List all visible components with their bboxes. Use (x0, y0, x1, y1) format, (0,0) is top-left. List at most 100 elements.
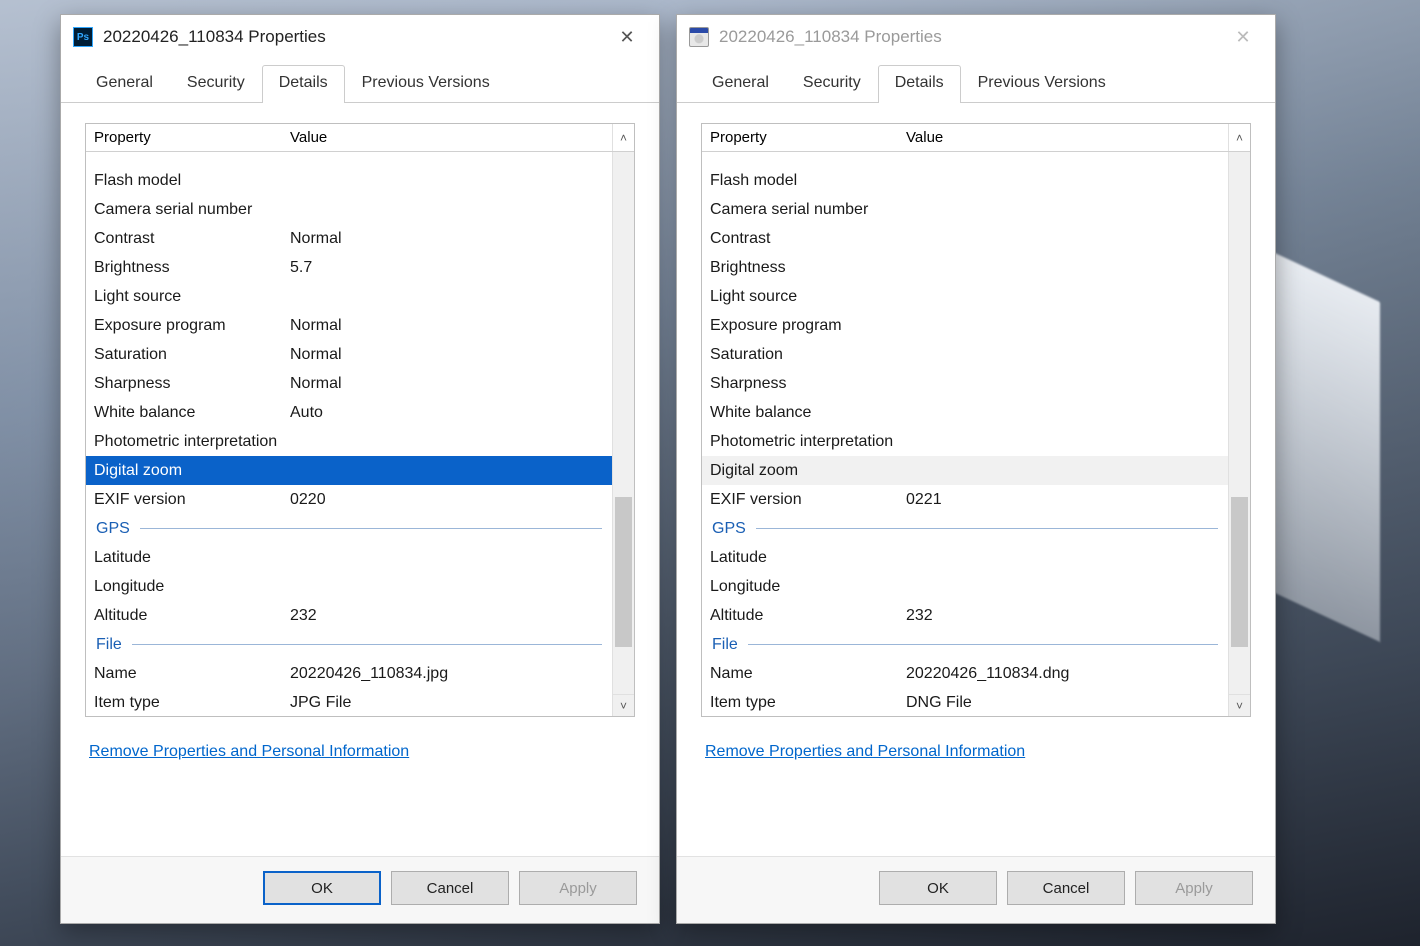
property-value: Normal (286, 230, 612, 248)
property-row[interactable]: Longitude (702, 572, 1228, 601)
property-value: Auto (286, 404, 612, 422)
property-name: Longitude (86, 578, 286, 596)
property-row[interactable]: EXIF version0221 (702, 485, 1228, 514)
scroll-down-icon[interactable]: ˅ (613, 694, 634, 716)
property-row[interactable]: SharpnessNormal (86, 369, 612, 398)
property-name: Light source (86, 288, 286, 306)
property-row[interactable]: Brightness5.7 (86, 253, 612, 282)
tab-previous-versions[interactable]: Previous Versions (961, 65, 1123, 102)
property-row[interactable]: ContrastNormal (86, 224, 612, 253)
property-value: 232 (902, 607, 1228, 625)
property-name: Latitude (86, 549, 286, 567)
grid-rows[interactable]: Flash model Camera serial number Contrast B… (702, 152, 1228, 716)
tab-security[interactable]: Security (170, 65, 262, 102)
property-row[interactable]: Digital zoom (702, 456, 1228, 485)
tab-content: Property Value ˄ Flash model Camera seria… (677, 103, 1275, 856)
header-property[interactable]: Property (702, 129, 902, 146)
tab-general[interactable]: General (695, 65, 786, 102)
vertical-scrollbar[interactable]: ˅ (612, 152, 634, 716)
property-name: Contrast (86, 230, 286, 248)
property-row[interactable]: Item typeDNG File (702, 688, 1228, 716)
scroll-thumb[interactable] (1231, 497, 1248, 647)
tab-general[interactable]: General (79, 65, 170, 102)
header-property[interactable]: Property (86, 129, 286, 146)
section-gps: GPS (86, 514, 612, 543)
property-name: EXIF version (86, 491, 286, 509)
scroll-up-icon[interactable]: ˄ (1228, 124, 1250, 151)
property-name: EXIF version (702, 491, 902, 509)
property-row[interactable]: Flash model (702, 166, 1228, 195)
property-row[interactable]: Longitude (86, 572, 612, 601)
property-row[interactable]: Digital zoom (86, 456, 612, 485)
grid-header: Property Value ˄ (702, 124, 1250, 152)
grid-rows[interactable]: Flash modelCamera serial numberContrastN… (86, 152, 612, 716)
property-name: Light source (702, 288, 902, 306)
tab-security[interactable]: Security (786, 65, 878, 102)
property-name: Sharpness (702, 375, 902, 393)
property-name: Item type (702, 694, 902, 712)
property-row[interactable]: Name20220426_110834.dng (702, 659, 1228, 688)
property-value: 5.7 (286, 259, 612, 277)
property-value: JPG File (286, 694, 612, 712)
property-row[interactable]: Altitude232 (702, 601, 1228, 630)
close-button[interactable]: ✕ (1221, 22, 1265, 52)
property-name: Saturation (86, 346, 286, 364)
property-row[interactable]: Contrast (702, 224, 1228, 253)
header-value[interactable]: Value (902, 129, 1228, 146)
titlebar[interactable]: 20220426_110834 Properties ✕ (677, 15, 1275, 59)
titlebar[interactable]: Ps 20220426_110834 Properties ✕ (61, 15, 659, 59)
property-row[interactable]: Name20220426_110834.jpg (86, 659, 612, 688)
property-row[interactable]: Item typeJPG File (86, 688, 612, 716)
remove-properties-link[interactable]: Remove Properties and Personal Informati… (705, 743, 1025, 760)
property-row[interactable]: Light source (702, 282, 1228, 311)
property-name: White balance (86, 404, 286, 422)
property-name: Brightness (702, 259, 902, 277)
property-row[interactable]: SaturationNormal (86, 340, 612, 369)
property-name: Flash model (702, 172, 902, 190)
property-value: 0220 (286, 491, 612, 509)
scroll-up-icon[interactable]: ˄ (612, 124, 634, 151)
scroll-down-icon[interactable]: ˅ (1229, 694, 1250, 716)
scroll-thumb[interactable] (615, 497, 632, 647)
property-row[interactable]: Light source (86, 282, 612, 311)
close-button[interactable]: ✕ (605, 22, 649, 52)
cancel-button[interactable]: Cancel (1007, 871, 1125, 905)
property-row[interactable]: Exposure programNormal (86, 311, 612, 340)
property-row[interactable]: Photometric interpretation (702, 427, 1228, 456)
property-name: Camera serial number (702, 201, 902, 219)
property-row[interactable]: White balance (702, 398, 1228, 427)
property-row[interactable]: Flash model (86, 166, 612, 195)
photoshop-icon: Ps (73, 27, 93, 47)
property-row[interactable]: EXIF version0220 (86, 485, 612, 514)
property-row[interactable]: Camera serial number (86, 195, 612, 224)
properties-dialog-right: 20220426_110834 Properties ✕ General Sec… (676, 14, 1276, 924)
vertical-scrollbar[interactable]: ˅ (1228, 152, 1250, 716)
property-value: Normal (286, 317, 612, 335)
property-row[interactable]: Brightness (702, 253, 1228, 282)
property-name: Name (702, 665, 902, 683)
remove-properties-link[interactable]: Remove Properties and Personal Informati… (89, 743, 409, 760)
property-row[interactable]: Latitude (86, 543, 612, 572)
property-row[interactable]: White balanceAuto (86, 398, 612, 427)
property-row[interactable]: Sharpness (702, 369, 1228, 398)
tab-details[interactable]: Details (878, 65, 961, 103)
property-row[interactable]: Altitude232 (86, 601, 612, 630)
details-grid: Property Value ˄ Flash model Camera seria… (85, 123, 635, 717)
apply-button: Apply (519, 871, 637, 905)
property-name: Photometric interpretation (86, 433, 286, 451)
tab-details[interactable]: Details (262, 65, 345, 103)
property-row[interactable]: Exposure program (702, 311, 1228, 340)
header-value[interactable]: Value (286, 129, 612, 146)
tab-previous-versions[interactable]: Previous Versions (345, 65, 507, 102)
property-row[interactable]: Photometric interpretation (86, 427, 612, 456)
property-row[interactable]: Camera serial number (702, 195, 1228, 224)
property-row[interactable]: Saturation (702, 340, 1228, 369)
property-name: Camera serial number (86, 201, 286, 219)
property-value: 20220426_110834.dng (902, 665, 1228, 683)
property-name: Exposure program (702, 317, 902, 335)
property-row[interactable]: Latitude (702, 543, 1228, 572)
cancel-button[interactable]: Cancel (391, 871, 509, 905)
ok-button[interactable]: OK (879, 871, 997, 905)
property-name: Item type (86, 694, 286, 712)
ok-button[interactable]: OK (263, 871, 381, 905)
